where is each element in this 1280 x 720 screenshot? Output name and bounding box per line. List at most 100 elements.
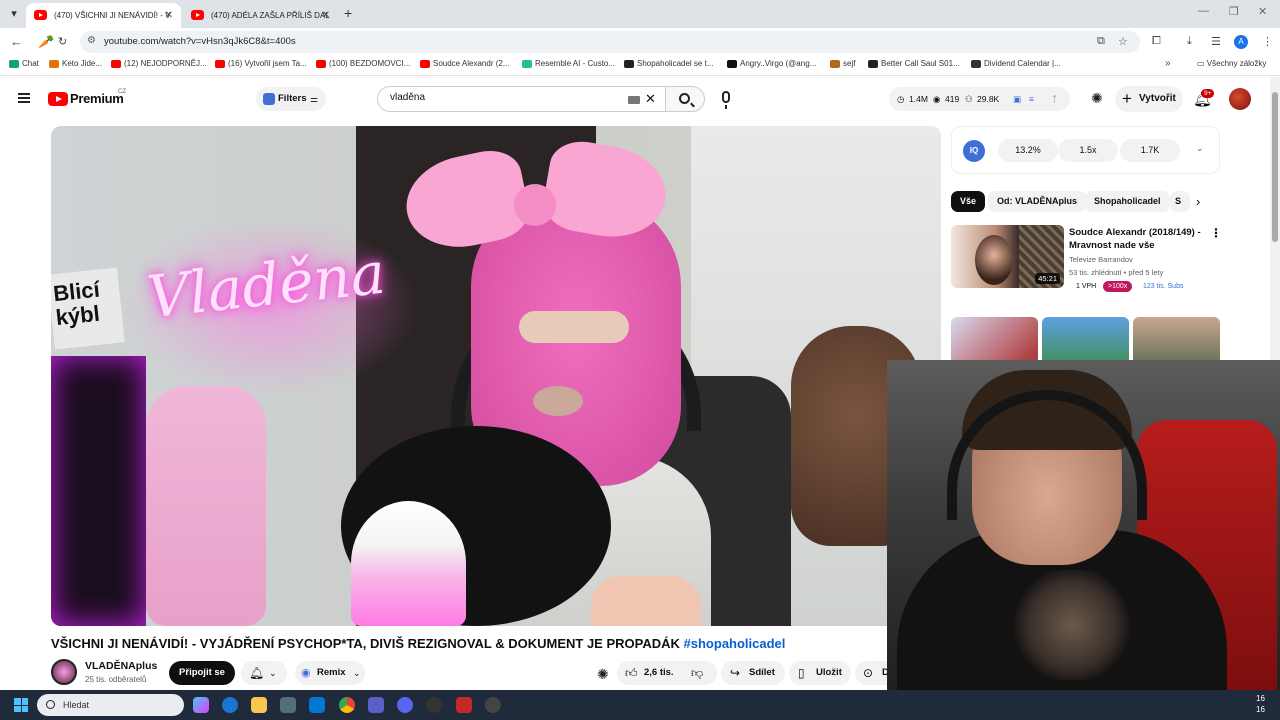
restore-icon[interactable]: ❐ xyxy=(1229,5,1239,18)
bookmark-item[interactable]: Chat xyxy=(9,59,39,68)
youtube-logo-icon[interactable] xyxy=(48,92,68,106)
install-app-icon[interactable]: ⧉ xyxy=(1097,35,1105,48)
microphone-cover xyxy=(351,501,466,626)
share-button[interactable]: ↪ Sdílet xyxy=(721,661,785,685)
folder-icon: ▭ xyxy=(1197,59,1207,68)
address-bar[interactable]: ⚙ youtube.com/watch?v=vHsn3qJk6C8&t=400s xyxy=(80,31,1140,53)
file-explorer-icon[interactable] xyxy=(251,697,267,713)
profile-avatar[interactable]: A xyxy=(1234,35,1248,49)
back-button[interactable]: ← xyxy=(10,34,23,49)
bookmark-favicon-icon xyxy=(316,60,326,68)
mail-icon[interactable] xyxy=(309,697,325,713)
bookmark-item[interactable]: Resemble AI - Custo... xyxy=(522,59,615,68)
bookmark-item[interactable]: Shopaholicadel se t... xyxy=(624,59,714,68)
keyboard-icon[interactable] xyxy=(628,96,640,104)
subscriber-count: 25 tis. odběratelů xyxy=(85,675,147,684)
more-options-icon[interactable]: ⋮ xyxy=(1210,226,1222,240)
vidiq-stat-chip[interactable]: 13.2% xyxy=(998,139,1058,162)
channel-name[interactable]: VLADĚNAplus xyxy=(85,660,157,672)
chip-more[interactable]: S xyxy=(1170,191,1190,212)
bookmark-item[interactable]: (100) BEZDOMOVCI... xyxy=(316,59,410,68)
notification-badge: 9+ xyxy=(1201,89,1215,98)
create-button[interactable]: + Vytvořit xyxy=(1115,86,1183,112)
bookmark-item[interactable]: Keto Jide... xyxy=(49,59,102,68)
bookmark-item[interactable]: Angry..Virgo (@ang... xyxy=(727,59,816,68)
tab-active[interactable]: (470) VŠICHNI JI NENÁVIDÍ! - V ✕ xyxy=(26,3,181,28)
taskbar-search[interactable]: Hledat xyxy=(37,694,184,716)
store-icon[interactable] xyxy=(280,697,296,713)
chrome-icon[interactable] xyxy=(339,697,355,713)
app-icon[interactable] xyxy=(456,697,472,713)
bookmark-item[interactable]: sejf xyxy=(830,59,855,68)
search-button[interactable] xyxy=(665,86,705,112)
media-icon[interactable]: ☰ xyxy=(1211,35,1221,48)
close-tab-icon[interactable]: ✕ xyxy=(322,3,330,28)
site-info-icon[interactable]: ⚙ xyxy=(87,35,96,46)
video-player[interactable]: Vladěna Blicí kýbl xyxy=(51,126,941,626)
youtube-wordmark[interactable]: Premium xyxy=(70,91,124,106)
system-clock[interactable]: 16 16 xyxy=(1256,693,1265,715)
bookmark-item[interactable]: Dividend Calendar |... xyxy=(971,59,1061,68)
bookmark-item[interactable]: Soudce Alexandr (2... xyxy=(420,59,510,68)
vidiq-stats-pill[interactable]: ◷ 1.4M ◉ 419 ⚇ 29.8K ▣ ≡ ᛏ xyxy=(889,87,1070,111)
scrollbar-thumb[interactable] xyxy=(1272,92,1278,242)
vidiq-stat-chip[interactable]: 1.5x xyxy=(1058,139,1118,162)
channel-avatar[interactable] xyxy=(51,659,77,685)
bookmark-star-icon[interactable]: ☆ xyxy=(1118,35,1128,48)
clear-search-icon[interactable]: ✕ xyxy=(645,91,656,107)
chevron-down-icon[interactable]: ⌄ xyxy=(1196,143,1204,154)
microphone-icon[interactable] xyxy=(722,91,730,109)
vidiq-stat-chip[interactable]: 1.7K xyxy=(1120,139,1180,162)
extensions-icon[interactable]: ⧠ xyxy=(1152,35,1161,48)
account-avatar[interactable] xyxy=(1229,88,1251,110)
thumbs-down-icon[interactable]: 👎︎ xyxy=(691,661,703,685)
bookmark-item[interactable]: (16) Vytvořil jsem Ta... xyxy=(215,59,307,68)
discord-icon[interactable] xyxy=(397,697,413,713)
chevron-right-icon[interactable]: › xyxy=(1196,194,1200,209)
bookmark-item[interactable]: (12) NEJODPORNĚJ... xyxy=(111,59,207,68)
more-bookmarks-icon[interactable]: » xyxy=(1165,58,1171,69)
watchers-stat: 419 xyxy=(945,94,960,104)
reload-button[interactable]: ↻ xyxy=(58,35,67,48)
obs-icon[interactable] xyxy=(485,697,501,713)
new-tab-button[interactable]: + xyxy=(344,5,352,21)
join-button[interactable]: Připojit se xyxy=(169,661,235,685)
recommendation-title[interactable]: Soudce Alexandr (2018/149) - Mravnost na… xyxy=(1069,226,1204,252)
copilot-icon[interactable] xyxy=(193,697,209,713)
list-icon: ≡ xyxy=(1029,94,1034,104)
bookmark-item[interactable]: Better Call Saul S01... xyxy=(868,59,960,68)
download-icon[interactable]: ⤓ xyxy=(1187,35,1192,48)
edge-icon[interactable] xyxy=(222,697,238,713)
hashtag-link[interactable]: #shopaholicadel xyxy=(684,636,786,651)
subscribe-notifications-button[interactable]: 🔔︎ ⌄ xyxy=(241,661,287,685)
search-icon xyxy=(46,700,55,709)
chip-from-channel[interactable]: Od: VLADĚNAplus xyxy=(988,191,1086,212)
webcam-shirt-print xyxy=(1007,570,1137,680)
chip-shopaholicadel[interactable]: Shopaholicadel xyxy=(1085,191,1170,212)
browser-menu-icon[interactable]: ⋮ xyxy=(1262,35,1273,48)
menu-icon[interactable] xyxy=(18,93,30,103)
close-tab-icon[interactable]: ✕ xyxy=(165,3,173,28)
chip-all[interactable]: Vše xyxy=(951,191,986,212)
remix-button[interactable]: ◉ Remix ⌄ xyxy=(295,661,365,685)
flame-icon[interactable]: ✺ xyxy=(597,666,609,683)
plus-icon: + xyxy=(1122,89,1132,108)
search-input[interactable] xyxy=(390,92,620,103)
save-button[interactable]: ▯ Uložit xyxy=(789,661,851,685)
close-window-icon[interactable]: ✕ xyxy=(1258,5,1267,18)
recommendation-channel[interactable]: Televize Barrandov xyxy=(1069,255,1133,264)
minimize-icon[interactable]: — xyxy=(1198,5,1209,17)
tab-search-icon[interactable]: ▾ xyxy=(6,6,22,22)
flame-icon[interactable]: ✺ xyxy=(1091,90,1103,107)
tab-title: (470) ADÉLA ZAŠLA PŘÍLIŠ DAL xyxy=(211,11,330,20)
tab-inactive[interactable]: (470) ADÉLA ZAŠLA PŘÍLIŠ DAL ✕ xyxy=(183,3,338,28)
all-bookmarks-button[interactable]: ▭ Všechny záložky xyxy=(1197,59,1266,68)
like-button[interactable]: 👍︎ 2,6 tis. 👎︎ xyxy=(617,661,717,685)
windows-start-icon[interactable] xyxy=(14,698,28,712)
vidiq-logo-icon[interactable]: IQ xyxy=(963,140,985,162)
teams-icon[interactable] xyxy=(368,697,384,713)
vidiq-icon: ▣ xyxy=(1013,94,1022,104)
filters-button[interactable]: Filters ⚌ xyxy=(256,87,326,111)
recommendation-thumbnail[interactable]: 45:21 xyxy=(951,225,1064,288)
wordpress-icon[interactable] xyxy=(426,697,442,713)
